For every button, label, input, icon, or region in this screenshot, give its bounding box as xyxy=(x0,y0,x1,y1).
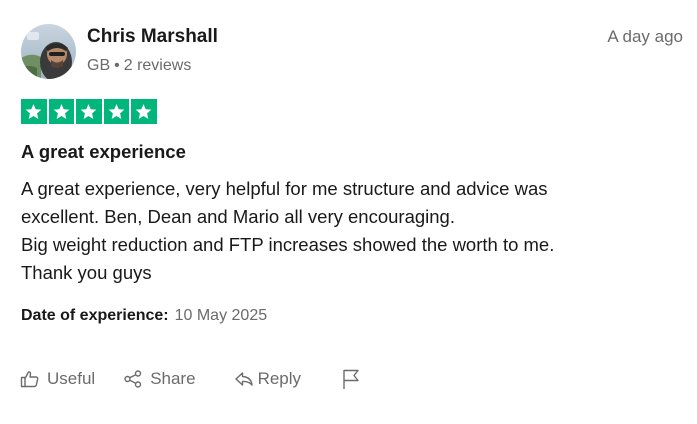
share-icon xyxy=(124,370,142,388)
meta-separator: • xyxy=(114,57,120,74)
useful-button[interactable]: Useful xyxy=(20,369,95,389)
star-icon xyxy=(76,99,102,124)
reviewer-meta: GB • 2 reviews xyxy=(87,57,191,75)
share-label: Share xyxy=(150,369,196,388)
review-body: A great experience, very helpful for me … xyxy=(21,175,661,287)
avatar[interactable] xyxy=(21,24,76,79)
review-body-line: A great experience, very helpful for me … xyxy=(21,178,548,199)
review-body-line: Big weight reduction and FTP increases s… xyxy=(21,234,555,255)
reviewer-review-count: 2 reviews xyxy=(123,57,192,74)
report-button[interactable] xyxy=(341,368,368,390)
star-rating xyxy=(21,99,157,124)
date-of-experience: Date of experience: 10 May 2025 xyxy=(21,307,267,325)
review-card: Chris Marshall GB • 2 reviews A day ago A … xyxy=(0,0,697,424)
review-body-line: Thank you guys xyxy=(21,262,152,283)
review-actions: Useful Share Reply xyxy=(20,366,368,392)
reply-button[interactable]: Reply xyxy=(234,369,301,389)
reviewer-name[interactable]: Chris Marshall xyxy=(87,26,218,48)
reviewer-country: GB xyxy=(87,57,111,74)
review-title: A great experience xyxy=(21,141,186,162)
date-of-experience-value: 10 May 2025 xyxy=(174,307,268,324)
date-of-experience-label: Date of experience: xyxy=(21,307,169,324)
useful-label: Useful xyxy=(47,369,96,388)
flag-icon xyxy=(343,369,359,389)
review-body-line: excellent. Ben, Dean and Mario all very … xyxy=(21,206,455,227)
reply-label: Reply xyxy=(257,369,302,388)
star-icon xyxy=(48,99,74,124)
star-icon xyxy=(131,99,157,124)
share-button[interactable]: Share xyxy=(123,369,196,389)
star-icon xyxy=(103,99,129,124)
review-date: A day ago xyxy=(607,27,683,46)
reply-icon xyxy=(234,372,253,386)
star-icon xyxy=(21,99,47,124)
thumbs-up-icon xyxy=(20,371,39,388)
